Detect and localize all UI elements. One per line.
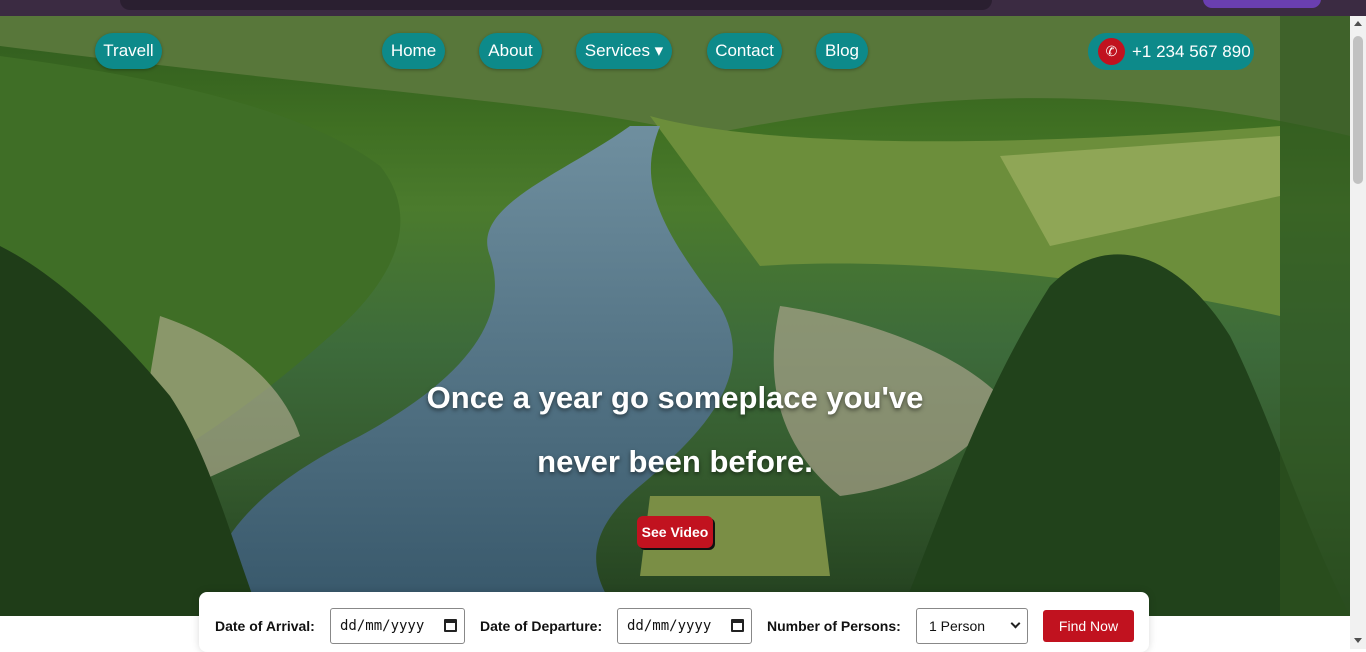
hero-headline-line2: never been before.	[537, 444, 813, 479]
persons-select-value: 1 Person	[929, 618, 986, 634]
nav-home[interactable]: Home	[382, 33, 445, 69]
arrival-date-input[interactable]: dd/mm/yyyy	[330, 608, 465, 644]
find-now-button[interactable]: Find Now	[1043, 610, 1134, 642]
nav-services-dropdown[interactable]: Services ▾	[576, 33, 672, 69]
departure-date-value: dd/mm/yyyy	[627, 618, 712, 634]
calendar-icon[interactable]	[444, 619, 457, 632]
hero-section: Travell Home About Services ▾ Contact Bl…	[0, 16, 1350, 616]
see-video-button[interactable]: See Video	[637, 516, 713, 548]
booking-form: Date of Arrival: dd/mm/yyyy Date of Depa…	[199, 592, 1149, 652]
browser-chrome	[0, 0, 1366, 16]
nav-blog[interactable]: Blog	[816, 33, 868, 69]
chevron-down-icon	[1010, 618, 1021, 629]
persons-select[interactable]: 1 Person	[916, 608, 1028, 644]
departure-label: Date of Departure:	[480, 618, 603, 634]
scroll-down-arrow[interactable]	[1354, 638, 1362, 643]
hero-headline-line1: Once a year go someplace you've	[426, 380, 924, 415]
arrival-label: Date of Arrival:	[215, 618, 315, 634]
brand-logo[interactable]: Travell	[95, 33, 162, 69]
phone-contact-button[interactable]: ✆ +1 234 567 890	[1088, 33, 1254, 70]
departure-date-input[interactable]: dd/mm/yyyy	[617, 608, 752, 644]
address-bar[interactable]	[120, 0, 992, 10]
scroll-up-arrow[interactable]	[1354, 21, 1362, 26]
nav-about[interactable]: About	[479, 33, 542, 69]
phone-icon: ✆	[1098, 38, 1125, 65]
calendar-icon[interactable]	[731, 619, 744, 632]
page-scrollbar[interactable]	[1350, 16, 1366, 649]
phone-number: +1 234 567 890	[1132, 42, 1251, 61]
nav-contact[interactable]: Contact	[707, 33, 782, 69]
browser-extension-button[interactable]	[1203, 0, 1321, 8]
scrollbar-thumb[interactable]	[1353, 36, 1363, 184]
persons-label: Number of Persons:	[767, 618, 901, 634]
arrival-date-value: dd/mm/yyyy	[340, 618, 425, 634]
